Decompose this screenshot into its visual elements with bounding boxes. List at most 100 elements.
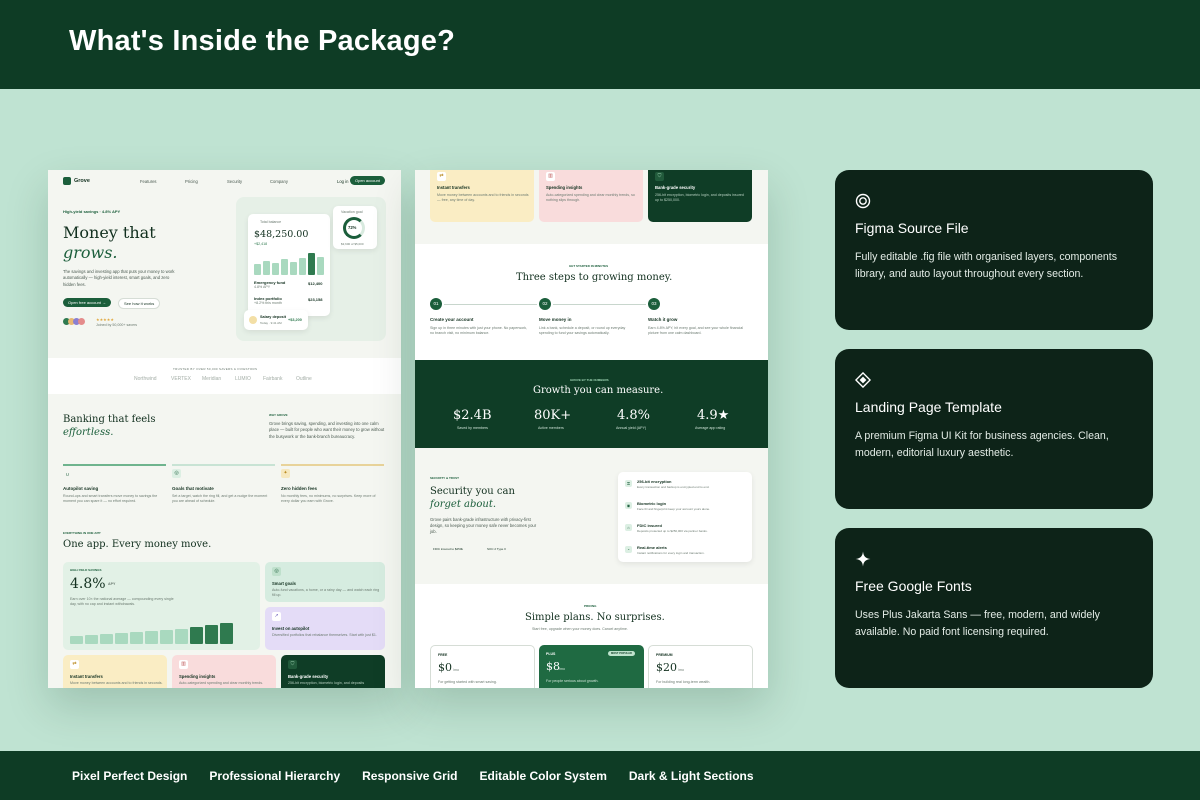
vacation-label: Vacation goal [341,210,363,214]
instant-body: Move money between accounts and to frien… [70,681,163,685]
plan-plus-card[interactable]: PLUS MOST POPULAR $8 /mo For people seri… [539,645,644,688]
nav-security[interactable]: Security [227,179,242,184]
stat-3-value: 4.8% [617,408,651,423]
see-how-button[interactable]: See how it works [118,298,161,309]
pricing-sub: Start free, upgrade when your money does… [532,627,628,631]
plan-premium-per: /mo [678,668,684,672]
fdic-badge: FDIC insured to $250k [433,547,464,551]
spending-title-2: Spending insights [546,185,583,190]
plan-plus-name: PLUS [546,652,556,656]
plan-plus-per: /mo [559,667,565,671]
steps-label: GET STARTED IN MINUTES [569,264,609,268]
salary-sub: Today · 9:41 AM [260,321,282,325]
nav-company[interactable]: Company [270,179,288,184]
security-item-2-body: Face ID and fingerprint keep your accoun… [637,507,711,511]
plan-premium-name: PREMIUM [656,653,673,657]
balance-label: Total balance [260,220,282,224]
hero-badge: High-yield savings · 4.8% APY [63,209,121,214]
bank-security-body: 256-bit encryption, biometric login, and… [288,681,365,685]
step-3-body: Earn 4.8% APY, hit every goal, and see y… [648,326,744,335]
plan-free-card[interactable]: FREE $0 /mo For getting started with sma… [430,645,535,688]
security-label: SECURITY & TRUST [430,476,459,480]
banking-title: Banking that feels [63,414,156,425]
plan-free-body: For getting started with smart saving. [438,680,497,684]
account-1-sub: 4.8% APY [254,285,271,289]
card-google-fonts: Free Google Fonts Uses Plus Jakarta Sans… [835,528,1153,688]
why-body: Grove brings saving, spending, and inves… [269,421,385,439]
footer-bar: Pixel Perfect Design Professional Hierar… [0,751,1200,800]
feature-1-body: Round-ups and smart transfers move money… [63,494,158,503]
card-2-description: A premium Figma UI Kit for business agen… [855,430,1109,459]
footer-feature-3: Responsive Grid [362,768,458,783]
salary-toast: Salary deposit Today · 9:41 AM +$3,200 [244,310,308,330]
trusted-logo-6: Outline [296,376,312,382]
plan-plus-body: For people serious about growth. [546,679,599,683]
instant-title-2: Instant transfers [437,185,470,190]
goal-ring-icon: ◎ [272,567,281,576]
stat-2-value: 80K+ [534,408,572,423]
feature-3-title: Zero hidden fees [281,486,318,491]
stat-4-value: 4.9★ [697,408,730,423]
header-bar: What's Inside the Package? [0,0,1200,89]
everything-label: EVERYTHING IN ONE APP [63,531,101,535]
steps-section [415,244,768,360]
plan-free-name: FREE [438,653,448,657]
spending-body-2: Auto-categorized spending and clear mont… [546,193,635,202]
feature-2-body: Set a target, watch the ring fill, and g… [172,494,268,503]
card-landing-template: Landing Page Template A premium Figma UI… [835,349,1153,509]
page-title: What's Inside the Package? [69,25,455,57]
card-1-description: Fully editable .fig file with organised … [855,251,1118,280]
landing-preview-top: Grove Features Pricing Security Company … [48,170,401,688]
step-3-title: Watch it grow [648,317,678,322]
step-2-title: Move money in [539,317,572,322]
hys-rate: 4.8% [70,576,106,592]
bank-icon: ⌂ [625,524,632,531]
salary-icon [249,316,257,324]
card-3-title: Free Google Fonts [855,578,972,594]
security-item-4-title: Real-time alerts [637,545,667,550]
bank-security-card-2: ⛉ Bank-grade security 256-bit encryption… [648,170,752,222]
account-2-amount: $23,158 [308,297,323,302]
smart-goals-card: ◎ Smart goals Auto-fund vacations, a hom… [265,562,385,602]
step-1-number: 01 [430,298,442,310]
banking-italic: effortless. [63,427,114,438]
stat-2-label: Active members [538,426,564,430]
plan-premium-card[interactable]: PREMIUM $20 /mo For building real long-t… [648,645,753,688]
hys-body: Earn over 10× the national average — com… [70,597,174,606]
card-figma-source: Figma Source File Fully editable .fig fi… [835,170,1153,330]
stat-1-value: $2.4B [453,408,492,423]
step-1-title: Create your account [430,317,474,322]
swap-icon: ⇄ [437,172,446,181]
feature-1-line [63,464,166,466]
login-link[interactable]: Log in [337,179,348,184]
step-connector-1 [444,304,537,305]
security-title: Security you can [430,486,515,497]
trusted-strip [48,358,401,394]
balance-value: $48,250.00 [254,229,309,240]
plan-free-price: $0 [438,661,452,674]
smart-goals-body: Auto-fund vacations, a home, or a rainy … [272,588,380,597]
security-item-3-title: FDIC insured [637,523,662,528]
step-2-number: 02 [539,298,551,310]
account-1-amount: $12,400 [308,281,323,286]
steps-title: Three steps to growing money. [516,272,673,283]
spending-card: ▥ Spending insights Auto-categorized spe… [172,655,276,688]
feature-1-title: Autopilot saving [63,486,99,491]
security-item-1-title: 256-bit encryption [637,479,672,484]
feature-3-line [281,464,384,466]
trusted-logo-4: LUMIO [235,376,251,382]
step-2-body: Link a bank, schedule a deposit, or roun… [539,326,626,335]
invest-card: ↗ Invest on autopilot Diversified portfo… [265,607,385,650]
trusted-logo-1: Northwind [134,376,157,382]
hero-title: Money that [63,223,156,242]
card-3-description: Uses Plus Jakarta Sans — free, modern, a… [855,609,1100,638]
everything-title: One app. Every money move. [63,539,212,550]
open-free-account-button[interactable]: Open free account → [63,298,112,307]
invest-body: Diversified portfolios that rebalance th… [272,633,377,637]
open-account-button[interactable]: Open account [350,176,385,185]
chart-icon: ▥ [179,660,188,669]
nav-features[interactable]: Features [140,179,157,184]
nav-pricing[interactable]: Pricing [185,179,198,184]
pricing-title: Simple plans. No surprises. [525,612,665,623]
lock-icon: ⚿ [625,480,632,487]
